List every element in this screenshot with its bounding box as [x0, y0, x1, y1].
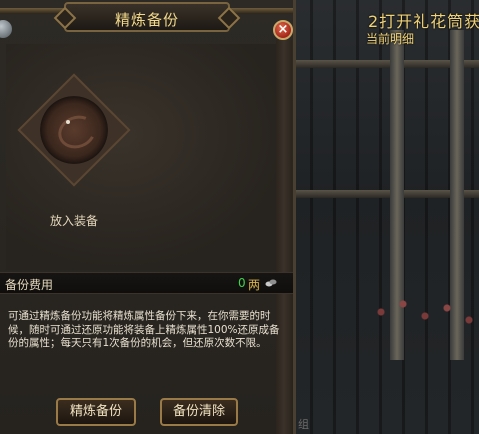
corner-orb-icon: [0, 20, 12, 38]
flower-bed: [370, 292, 479, 332]
game-world-background: [290, 0, 479, 434]
slot-label: 放入装备: [50, 214, 99, 228]
background-text: 组: [298, 418, 309, 431]
cost-unit: 两: [248, 278, 261, 292]
description-text: 可通过精炼备份功能将精炼属性备份下来，在你需要的时候，随时可通过还原功能将装备上…: [8, 310, 280, 349]
slot-sparkle: [66, 120, 70, 124]
panel-side-border: [276, 40, 292, 434]
cost-value: 0: [238, 276, 246, 290]
refine-backup-panel: 精炼备份 × 放入装备 备份费用 0 两 可通过精炼备份功能将精炼属性备份下来，…: [0, 0, 296, 434]
backup-clear-button[interactable]: 备份清除: [160, 398, 238, 426]
panel-title: 精炼备份: [114, 11, 179, 29]
close-button[interactable]: ×: [273, 20, 293, 40]
equipment-slot[interactable]: [17, 73, 131, 187]
cost-bar: 备份费用 0 两: [0, 272, 293, 294]
cost-label: 备份费用: [5, 278, 54, 292]
close-icon: ×: [277, 22, 289, 37]
event-detail-link[interactable]: 当前明细: [366, 30, 414, 47]
refine-backup-button[interactable]: 精炼备份: [56, 398, 136, 426]
title-plate: 精炼备份: [64, 2, 230, 32]
event-caption: 2打开礼花筒获: [368, 12, 479, 31]
coin-icon: [265, 279, 277, 287]
